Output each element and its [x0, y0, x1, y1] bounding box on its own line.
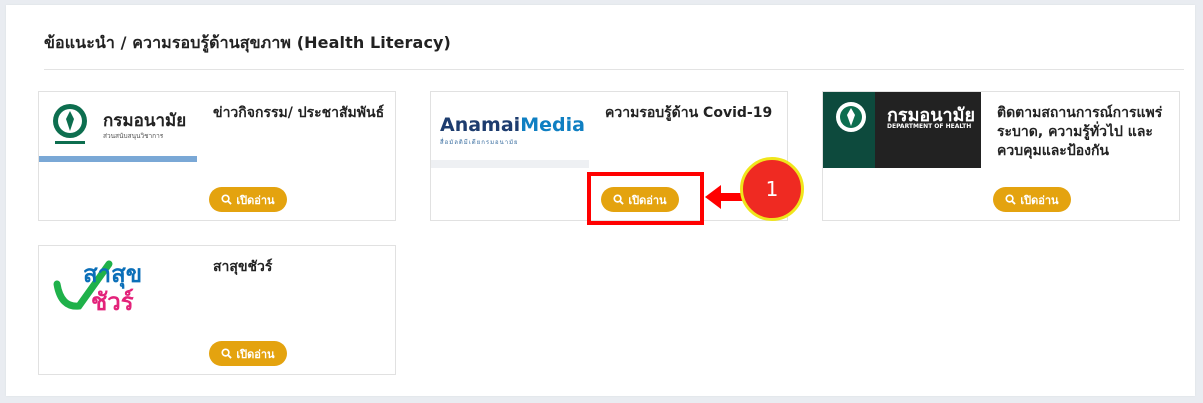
read-button[interactable]: เปิดอ่าน — [209, 341, 287, 366]
card-title[interactable]: สาสุขชัวร์ — [213, 258, 389, 277]
arrow-left-icon — [705, 185, 745, 209]
section-title: ข้อแนะนำ / ความรอบรู้ด้านสุขภาพ (Health … — [44, 33, 451, 52]
card-news: กรมอนามัย ส่วนสนับสนุนวิชาการ ข่าวกิจกรร… — [38, 91, 396, 221]
card-situation: กรมอนามัย DEPARTMENT OF HEALTH ติดตามสถา… — [822, 91, 1180, 221]
step-callout: 1 — [740, 157, 804, 221]
card-thumbnail-sasukchua: สาสุข ชัวร์ — [39, 246, 197, 322]
card-title[interactable]: ติดตามสถานการณ์การแพร่ระบาด, ความรู้ทั่ว… — [997, 104, 1173, 161]
thumb-accent-bar — [39, 156, 197, 162]
card-thumbnail-anamaimedia: AnamaiMedia สื่อมัลติมีเดียกรมอนามัย — [431, 92, 589, 168]
thumb-subtitle: สื่อมัลติมีเดียกรมอนามัย — [440, 139, 519, 146]
sasukchua-logo: สาสุข ชัวร์ — [53, 260, 142, 316]
card-sasukchua: สาสุข ชัวร์ สาสุขชัวร์ เปิดอ่าน — [38, 245, 396, 375]
highlight-box — [587, 172, 704, 225]
read-button[interactable]: เปิดอ่าน — [209, 187, 287, 212]
card-title[interactable]: ความรอบรู้ด้าน Covid-19 — [605, 104, 781, 123]
read-button-label: เปิดอ่าน — [236, 347, 275, 361]
anamai-seal-logo — [836, 102, 866, 132]
thumb-bottom-band — [431, 160, 589, 168]
search-icon — [221, 348, 233, 359]
thumb-brand: กรมอนามัย — [103, 111, 187, 131]
svg-text:สาสุข: สาสุข — [83, 260, 142, 290]
read-button-label: เปิดอ่าน — [1020, 193, 1059, 207]
svg-text:ชัวร์: ชัวร์ — [91, 288, 134, 316]
read-button-label: เปิดอ่าน — [236, 193, 275, 207]
title-divider — [44, 69, 1184, 70]
search-icon — [1005, 194, 1017, 205]
anamai-seal-logo — [53, 104, 87, 144]
thumb-subtitle: DEPARTMENT OF HEALTH — [887, 123, 972, 130]
thumb-subtitle: ส่วนสนับสนุนวิชาการ — [103, 132, 164, 140]
card-thumbnail-department-of-health: กรมอนามัย DEPARTMENT OF HEALTH — [823, 92, 981, 168]
anamaimedia-logo: AnamaiMedia — [440, 114, 585, 136]
read-button[interactable]: เปิดอ่าน — [993, 187, 1071, 212]
card-title[interactable]: ข่าวกิจกรรม/ ประชาสัมพันธ์ — [213, 104, 389, 123]
card-thumbnail-anamai: กรมอนามัย ส่วนสนับสนุนวิชาการ — [39, 92, 197, 168]
search-icon — [221, 194, 233, 205]
step-number: 1 — [765, 177, 779, 201]
